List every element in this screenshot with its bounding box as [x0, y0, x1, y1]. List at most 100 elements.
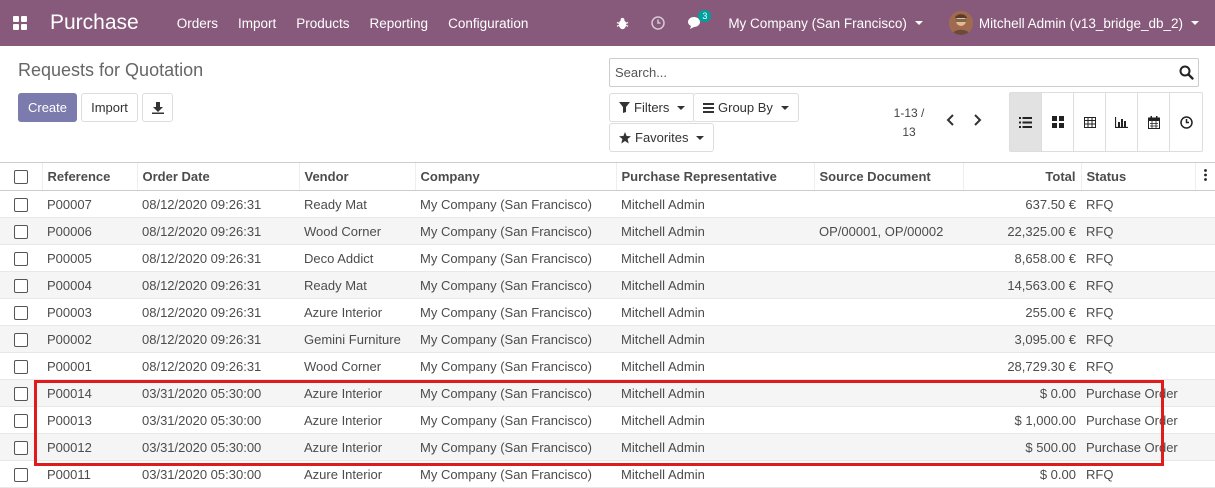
cell-representative: Mitchell Admin [616, 244, 814, 272]
messaging-icon[interactable]: 3 [687, 10, 712, 30]
table-row[interactable]: P00004 08/12/2020 09:26:31 Ready Mat My Com… [0, 271, 1215, 299]
chevron-left-icon [946, 114, 954, 126]
search-icon[interactable] [1174, 65, 1198, 80]
caret-down-icon [780, 105, 789, 110]
optional-columns-toggle[interactable] [1194, 162, 1215, 191]
cell-representative: Mitchell Admin [616, 460, 814, 488]
create-button[interactable]: Create [18, 93, 77, 122]
graph-icon [1115, 116, 1128, 128]
pivot-view-button[interactable] [1074, 93, 1106, 151]
filters-label: Filters [634, 100, 670, 115]
menu-import[interactable]: Import [238, 16, 276, 31]
cell-reference: P00013 [42, 406, 137, 434]
graph-view-button[interactable] [1106, 93, 1138, 151]
table-row[interactable]: P00014 03/31/2020 05:30:00 Azure Interior M… [0, 379, 1215, 407]
row-spacer [1195, 190, 1215, 218]
activity-clock-icon[interactable] [651, 16, 666, 30]
download-icon [151, 101, 164, 114]
pager-range: 1-13 / [893, 106, 925, 120]
calendar-view-button[interactable] [1138, 93, 1170, 151]
row-checkbox[interactable] [0, 379, 42, 407]
column-company[interactable]: Company [414, 162, 616, 191]
row-spacer [1195, 244, 1215, 272]
search-placeholder: Search... [615, 65, 668, 80]
cell-reference: P00005 [42, 244, 137, 272]
cell-source-document [814, 271, 963, 299]
table-row[interactable]: P00012 03/31/2020 05:30:00 Azure Interior M… [0, 433, 1215, 461]
favorites-dropdown[interactable]: Favorites [609, 123, 715, 152]
row-checkbox[interactable] [0, 325, 42, 353]
table-row[interactable]: P00002 08/12/2020 09:26:31 Gemini Furnitur… [0, 325, 1215, 353]
table-row[interactable]: P00005 08/12/2020 09:26:31 Deco Addict My C… [0, 244, 1215, 272]
user-name: Mitchell Admin (v13_bridge_db_2) [978, 15, 1183, 31]
top-navbar: Purchase Orders Import Products Reportin… [0, 0, 1215, 46]
table-row[interactable]: P00001 08/12/2020 09:26:31 Wood Corner My C… [0, 352, 1215, 380]
cell-total: $ 500.00 [963, 433, 1081, 461]
cell-total: $ 0.00 [963, 379, 1081, 407]
select-all-checkbox[interactable] [0, 162, 42, 191]
groupby-dropdown[interactable]: Group By [693, 93, 799, 122]
import-button[interactable]: Import [81, 93, 138, 122]
row-checkbox[interactable] [0, 244, 42, 272]
column-reference[interactable]: Reference [41, 162, 137, 191]
column-status[interactable]: Status [1080, 162, 1195, 191]
list-view-button[interactable] [1010, 93, 1042, 151]
cell-company: My Company (San Francisco) [415, 460, 616, 488]
menu-products[interactable]: Products [296, 16, 349, 31]
cell-total: 22,325.00 € [963, 217, 1081, 245]
menu-configuration[interactable]: Configuration [448, 16, 528, 31]
pager-previous-button[interactable] [942, 112, 958, 128]
apps-menu-icon[interactable] [2, 0, 38, 46]
cell-representative: Mitchell Admin [616, 190, 814, 218]
list-table: Reference Order Date Vendor Company Purc… [0, 162, 1215, 488]
search-input[interactable]: Search... [609, 58, 1199, 87]
user-menu[interactable]: Mitchell Admin (v13_bridge_db_2) [948, 11, 1199, 35]
cell-source-document [814, 406, 963, 434]
cell-status: RFQ [1081, 244, 1195, 272]
column-purchase-representative[interactable]: Purchase Representative [615, 162, 814, 191]
table-row[interactable]: P00007 08/12/2020 09:26:31 Ready Mat My Com… [0, 190, 1215, 218]
download-button[interactable] [142, 93, 173, 122]
cell-representative: Mitchell Admin [616, 271, 814, 299]
column-total[interactable]: Total [962, 162, 1081, 191]
activity-view-button[interactable] [1170, 93, 1202, 151]
row-checkbox[interactable] [0, 352, 42, 380]
table-row[interactable]: P00003 08/12/2020 09:26:31 Azure Interior M… [0, 298, 1215, 326]
row-checkbox[interactable] [0, 460, 42, 488]
cell-order-date: 03/31/2020 05:30:00 [137, 379, 299, 407]
pager-next-button[interactable] [969, 112, 985, 128]
menu-orders[interactable]: Orders [177, 16, 218, 31]
column-vendor[interactable]: Vendor [298, 162, 415, 191]
cell-status: RFQ [1081, 190, 1195, 218]
cell-total: 8,658.00 € [963, 244, 1081, 272]
row-checkbox[interactable] [0, 217, 42, 245]
cell-vendor: Azure Interior [299, 298, 415, 326]
cell-order-date: 03/31/2020 05:30:00 [137, 460, 299, 488]
table-row[interactable]: P00006 08/12/2020 09:26:31 Wood Corner My C… [0, 217, 1215, 245]
cell-representative: Mitchell Admin [616, 379, 814, 407]
cell-company: My Company (San Francisco) [415, 433, 616, 461]
app-brand[interactable]: Purchase [50, 11, 139, 35]
caret-down-icon [696, 135, 705, 140]
cell-company: My Company (San Francisco) [415, 271, 616, 299]
row-checkbox[interactable] [0, 271, 42, 299]
cell-source-document [814, 460, 963, 488]
column-order-date[interactable]: Order Date [136, 162, 299, 191]
row-checkbox[interactable] [0, 406, 42, 434]
cell-reference: P00011 [42, 460, 137, 488]
row-checkbox[interactable] [0, 298, 42, 326]
pager-total: 13 [902, 125, 916, 139]
menu-reporting[interactable]: Reporting [370, 16, 429, 31]
column-source-document[interactable]: Source Document [813, 162, 963, 191]
debug-bug-icon[interactable] [616, 17, 629, 30]
view-switcher [1009, 92, 1203, 152]
kanban-view-button[interactable] [1042, 93, 1074, 151]
row-checkbox[interactable] [0, 190, 42, 218]
filters-dropdown[interactable]: Filters [609, 93, 696, 122]
cell-representative: Mitchell Admin [616, 406, 814, 434]
table-row[interactable]: P00011 03/31/2020 05:30:00 Azure Interior M… [0, 460, 1215, 488]
company-switcher[interactable]: My Company (San Francisco) [728, 16, 923, 31]
pager-value[interactable]: 1-13 / 13 [888, 104, 930, 142]
table-row[interactable]: P00013 03/31/2020 05:30:00 Azure Interior M… [0, 406, 1215, 434]
row-checkbox[interactable] [0, 433, 42, 461]
